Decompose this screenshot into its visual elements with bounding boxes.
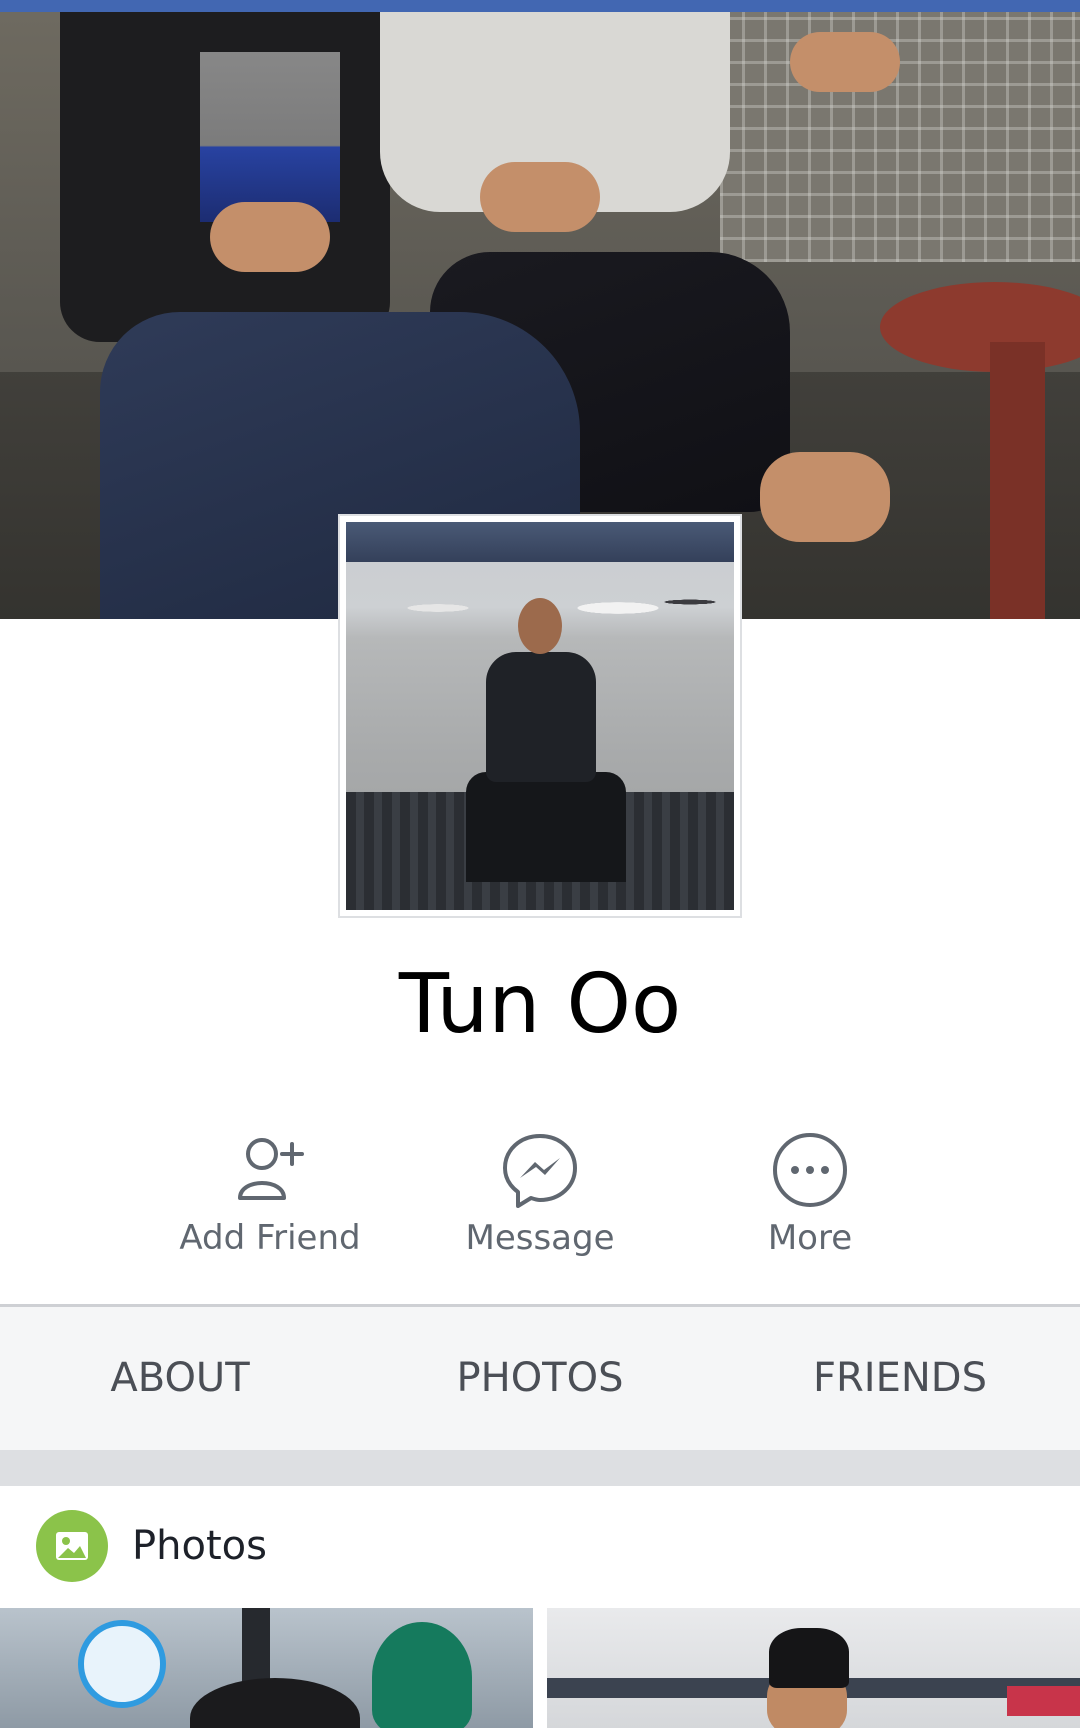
profile-tabs: ABOUT PHOTOS FRIENDS	[0, 1307, 1080, 1450]
photo-thumbnail-sign	[1007, 1686, 1080, 1716]
profile-name: Tun Oo	[398, 957, 682, 1052]
more-icon	[773, 1133, 847, 1207]
photo-thumbnail-helmet	[372, 1622, 472, 1728]
cover-photo-stool-leg	[990, 342, 1045, 619]
photo-thumbnail-clock	[78, 1620, 166, 1708]
cover-photo-hand	[760, 452, 890, 542]
cover-photo-hand	[480, 162, 600, 232]
cover-photo-fence	[720, 12, 1080, 262]
add-friend-icon	[238, 1138, 304, 1200]
tab-photos[interactable]: PHOTOS	[360, 1307, 720, 1450]
profile-actions: Add Friend Message More	[0, 1130, 1080, 1270]
photos-section-title: Photos	[132, 1523, 267, 1569]
photo-thumbnail-person	[190, 1678, 360, 1728]
photos-section-header[interactable]: Photos	[0, 1486, 1080, 1608]
messenger-icon	[503, 1134, 577, 1208]
tab-friends[interactable]: FRIENDS	[720, 1307, 1080, 1450]
tab-about[interactable]: ABOUT	[0, 1307, 360, 1450]
more-button[interactable]: More	[690, 1130, 930, 1270]
profile-picture[interactable]	[338, 514, 742, 918]
more-label: More	[767, 1218, 853, 1258]
profile-picture-legs	[466, 772, 626, 882]
profile-picture-carport-roof	[346, 522, 734, 562]
message-button[interactable]: Message	[420, 1130, 660, 1270]
photo-thumbnail-hair	[769, 1628, 849, 1688]
top-status-bar	[0, 0, 1080, 12]
profile-picture-head	[518, 598, 562, 654]
cover-photo-shirt-print	[200, 52, 340, 222]
add-friend-label: Add Friend	[179, 1218, 361, 1258]
message-label: Message	[465, 1218, 615, 1258]
photos-icon	[36, 1510, 108, 1582]
profile-picture-image	[346, 522, 734, 910]
photo-thumbnail[interactable]	[0, 1608, 533, 1728]
cover-photo-hand	[210, 202, 330, 272]
profile-picture-body	[486, 652, 596, 782]
add-friend-button[interactable]: Add Friend	[150, 1130, 390, 1270]
photo-thumbnail[interactable]	[547, 1608, 1080, 1728]
cover-photo-hand	[790, 32, 900, 92]
section-separator	[0, 1450, 1080, 1486]
